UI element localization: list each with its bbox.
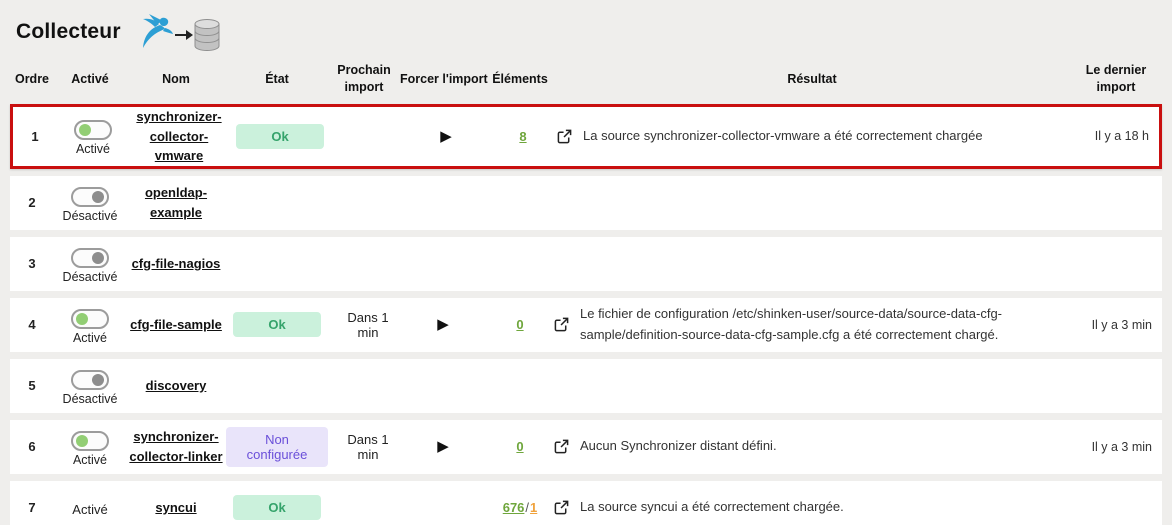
toggle-state-label: Désactivé [63,392,118,406]
header-dernier-import: Le dernier import [1070,62,1162,96]
page-title: Collecteur [16,20,121,44]
result-text: La source synchronizer-collector-vmware … [583,126,983,147]
table-row: 3 Désactivé cfg-file-nagios [10,237,1162,291]
result-text: Aucun Synchronizer distant défini. [580,436,777,457]
elements-count-link[interactable]: 0 [516,317,523,332]
active-toggle[interactable] [71,248,109,268]
header-forcer-import: Forcer l'import [400,71,486,88]
toggle-knob [76,435,88,447]
active-toggle[interactable] [71,370,109,390]
toggle-knob [92,191,104,203]
shinken-ninja-icon [143,14,173,48]
force-import-button[interactable]: ▶ [440,129,452,144]
result-text: Le fichier de configuration /etc/shinken… [580,304,1056,346]
source-name-link[interactable]: syncui [155,498,196,518]
last-import-value: Il y a 3 min [1070,440,1162,454]
header-ordre: Ordre [10,71,54,88]
active-toggle[interactable] [74,120,112,140]
order-value: 5 [10,378,54,393]
collector-logo [129,8,225,56]
next-import-value: Dans 1 min [328,310,400,340]
source-name-link[interactable]: synchronizer-collector-vmware [129,107,229,166]
title-bar: Collecteur [0,0,1172,56]
elements-error-link[interactable]: 1 [530,500,537,515]
external-link-icon[interactable] [557,129,572,144]
toggle-state-label: Activé [73,453,107,467]
header-prochain-import: Prochain import [328,62,400,96]
header-elements: Éléments [486,71,554,88]
toggle-state-label: Activé [76,142,110,156]
source-name-link[interactable]: synchronizer-collector-linker [126,427,226,466]
header-active: Activé [54,71,126,88]
order-value: 4 [10,317,54,332]
active-state-text: Activé [72,502,107,517]
force-import-button[interactable]: ▶ [437,317,449,332]
header-resultat: Résultat [554,71,1070,88]
status-badge: Non configurée [226,427,328,467]
external-link-icon[interactable] [554,439,569,454]
toggle-state-label: Désactivé [63,270,118,284]
order-value: 7 [10,500,54,515]
external-link-icon[interactable] [554,317,569,332]
source-name-link[interactable]: cfg-file-nagios [132,254,221,274]
force-import-button[interactable]: ▶ [437,439,449,454]
order-value: 3 [10,256,54,271]
table-row: 2 Désactivé openldap-example [10,176,1162,230]
elements-count-link[interactable]: 0 [516,439,523,454]
order-value: 6 [10,439,54,454]
toggle-state-label: Activé [73,331,107,345]
elements-count-link[interactable]: 676 [503,500,525,515]
header-etat: État [226,71,328,88]
active-toggle[interactable] [71,309,109,329]
table-body: 1 Activé synchronizer-collector-vmware O… [10,104,1162,525]
order-value: 2 [10,195,54,210]
elements-separator: / [525,500,529,515]
status-badge: Ok [233,312,321,337]
toggle-knob [76,313,88,325]
status-badge: Ok [236,124,324,149]
status-badge: Ok [233,495,321,520]
header-nom: Nom [126,71,226,88]
toggle-knob [79,124,91,136]
source-name-link[interactable]: cfg-file-sample [130,315,222,335]
active-toggle[interactable] [71,187,109,207]
toggle-knob [92,252,104,264]
source-name-link[interactable]: openldap-example [126,183,226,222]
table-row: 7 Activé syncui Ok 676/1 La source syncu… [10,481,1162,525]
toggle-state-label: Désactivé [63,209,118,223]
last-import-value: Il y a 3 min [1070,318,1162,332]
table-row: 6 Activé synchronizer-collector-linker N… [10,420,1162,474]
table-row: 4 Activé cfg-file-sample Ok Dans 1 min ▶… [10,298,1162,352]
table-row: 5 Désactivé discovery [10,359,1162,413]
arrow-icon [175,30,193,40]
active-toggle[interactable] [71,431,109,451]
source-name-link[interactable]: discovery [146,376,207,396]
external-link-icon[interactable] [554,500,569,515]
next-import-value: Dans 1 min [328,432,400,462]
result-text: La source syncui a été correctement char… [580,497,844,518]
toggle-knob [92,374,104,386]
table-row: 1 Activé synchronizer-collector-vmware O… [10,104,1162,169]
elements-count-link[interactable]: 8 [519,129,526,144]
last-import-value: Il y a 18 h [1067,129,1159,143]
order-value: 1 [13,129,57,144]
table-header: Ordre Activé Nom État Prochain import Fo… [10,60,1162,98]
database-icon [195,20,219,51]
